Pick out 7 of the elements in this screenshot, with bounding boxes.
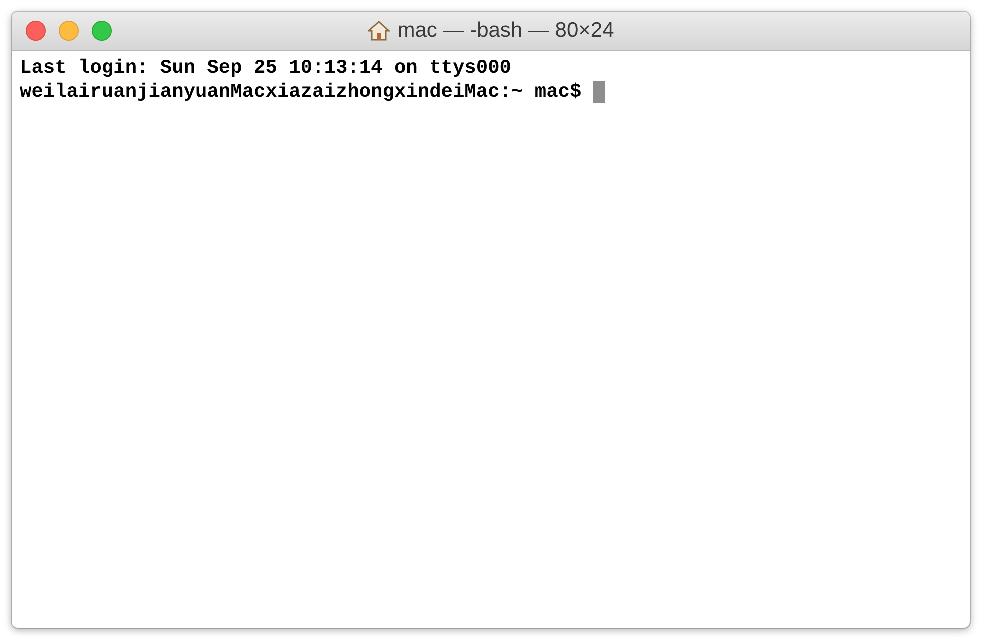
minimize-button[interactable] (59, 21, 79, 41)
terminal-line: weilairuanjianyuanMacxiazaizhongxindeiMac:~ mac$ (20, 80, 583, 104)
window-title: mac — -bash — 80×24 (398, 19, 614, 43)
terminal-line: Last login: Sun Sep 25 10:13:14 on ttys000 (20, 56, 512, 80)
close-button[interactable] (26, 21, 46, 41)
house-icon (368, 21, 390, 41)
zoom-button[interactable] (92, 21, 112, 41)
